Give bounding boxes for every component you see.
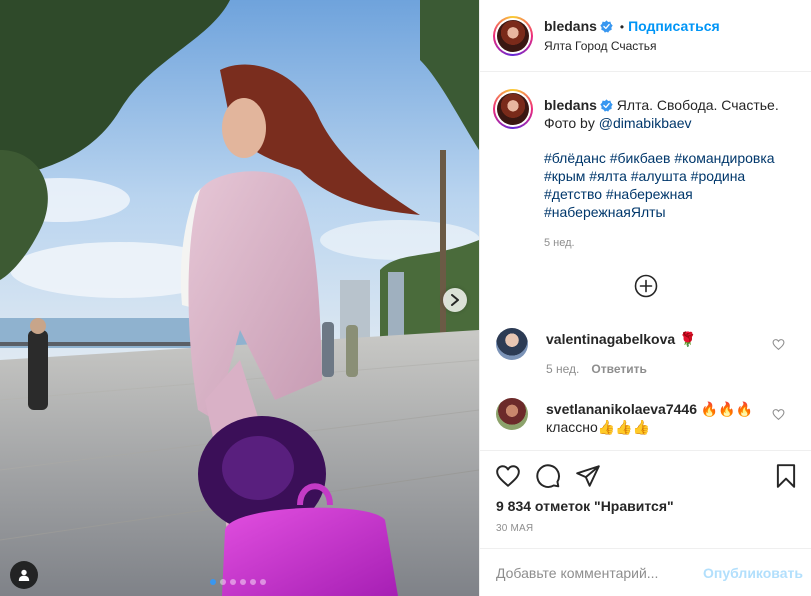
header-separator: • — [619, 20, 625, 34]
heart-icon[interactable] — [772, 408, 785, 421]
post-photo[interactable] — [0, 0, 479, 596]
hashtag[interactable]: #ялта — [589, 168, 627, 184]
hashtag[interactable]: #командировка — [674, 150, 774, 166]
hashtag[interactable]: #набережная — [606, 186, 693, 202]
comment-body: svetlananikolaeva7446 🔥🔥🔥 классно👍👍👍 — [546, 400, 771, 436]
heart-icon[interactable] — [495, 463, 521, 489]
comment-text: 🔥🔥🔥 — [700, 401, 754, 417]
heart-icon[interactable] — [772, 338, 785, 351]
share-icon[interactable] — [575, 463, 601, 489]
carousel-dot — [230, 579, 236, 585]
post-side-panel: bledans • Подписаться Ялта Город Счастья b… — [479, 0, 811, 596]
comment-icon[interactable] — [535, 463, 561, 489]
tagged-users-button[interactable] — [10, 561, 38, 589]
carousel-dot — [210, 579, 216, 585]
caption-mention[interactable]: @dimabikbaev — [599, 115, 692, 131]
comment-body: valentinagabelkova 🌹 — [546, 330, 771, 348]
carousel-dot — [220, 579, 226, 585]
carousel-dot — [250, 579, 256, 585]
carousel-dot — [240, 579, 246, 585]
hashtag[interactable]: #бикбаев — [610, 150, 671, 166]
comment-text: классно👍👍👍 — [546, 419, 651, 435]
reply-button[interactable]: Ответить — [591, 362, 646, 376]
commenter-avatar[interactable] — [496, 328, 528, 360]
commenter-avatar[interactable] — [496, 398, 528, 430]
verified-icon — [600, 20, 613, 33]
photo-scene — [0, 0, 479, 596]
post-date: 30 МАЯ — [496, 523, 534, 534]
add-comment-bar: Опубликовать — [480, 548, 811, 596]
likes-count[interactable]: 9 834 отметок "Нравится" — [496, 498, 674, 514]
hashtag[interactable]: #набережнаяЯлты — [544, 204, 666, 220]
chevron-right-icon — [451, 294, 459, 306]
hashtag[interactable]: #крым — [544, 168, 585, 184]
user-tag-icon — [18, 569, 30, 581]
bookmark-icon[interactable] — [773, 463, 799, 489]
post-location[interactable]: Ялта Город Счастья — [544, 39, 657, 53]
verified-icon — [600, 99, 613, 112]
publish-comment-button[interactable]: Опубликовать — [703, 565, 803, 581]
next-slide-button[interactable] — [443, 288, 467, 312]
author-line: bledans • Подписаться — [544, 18, 720, 34]
carousel-indicator — [210, 579, 266, 585]
caption: bledans Ялта. Свобода. Счастье. Фото by … — [544, 96, 799, 132]
carousel-dot — [260, 579, 266, 585]
comment-text: 🌹 — [679, 331, 697, 347]
comment-time: 5 нед. — [546, 362, 580, 376]
commenter-username[interactable]: valentinagabelkova — [546, 331, 675, 347]
caption-hashtags: #блёданс #бикбаев #командировка #крым #я… — [544, 149, 799, 221]
post-actions: 9 834 отметок "Нравится" 30 МАЯ — [480, 450, 811, 534]
caption-avatar[interactable] — [493, 89, 533, 129]
author-avatar[interactable] — [493, 16, 533, 56]
hashtag[interactable]: #детство — [544, 186, 602, 202]
hashtag[interactable]: #алушта — [631, 168, 687, 184]
caption-time: 5 нед. — [544, 237, 575, 249]
commenter-username[interactable]: svetlananikolaeva7446 — [546, 401, 697, 417]
plus-circle-icon[interactable] — [634, 274, 658, 298]
post-header: bledans • Подписаться Ялта Город Счастья — [480, 0, 811, 72]
comment-input[interactable] — [496, 562, 696, 584]
hashtag[interactable]: #родина — [691, 168, 746, 184]
follow-button[interactable]: Подписаться — [628, 18, 720, 34]
author-username[interactable]: bledans — [544, 18, 597, 34]
comment-meta: 5 нед. Ответить — [546, 362, 647, 376]
caption-username[interactable]: bledans — [544, 97, 597, 113]
hashtag[interactable]: #блёданс — [544, 150, 606, 166]
